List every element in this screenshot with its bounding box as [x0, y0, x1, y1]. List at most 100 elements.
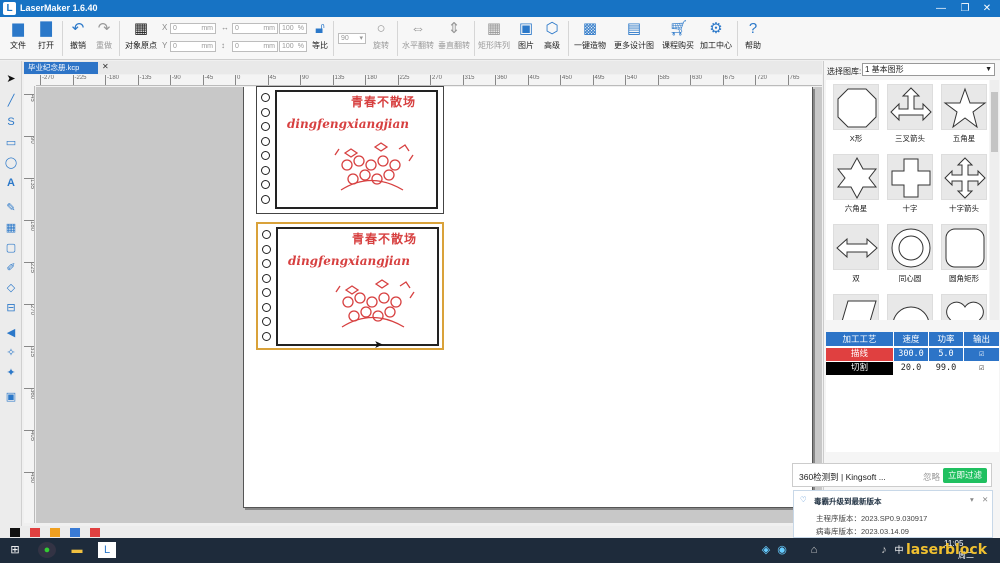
width-label: ↔ [221, 23, 229, 32]
shape-item-cross-arrow[interactable]: 十字箭头 [938, 154, 989, 222]
shape-item-double-arrow[interactable]: 双 [830, 224, 882, 292]
sparkle-tool-icon[interactable]: ✧ [3, 345, 19, 361]
frame-tool-icon[interactable]: ▢ [3, 240, 19, 256]
curve-tool-icon[interactable]: S [3, 114, 19, 130]
width-input[interactable]: 0 mm [232, 23, 278, 34]
process-row-trace[interactable]: 描线 [826, 348, 893, 361]
undo-button[interactable]: ↶ 撤销 [65, 20, 91, 58]
star-five-shape-icon [943, 87, 987, 129]
one-click-make-button[interactable]: ▩ 一键造物 [571, 20, 609, 58]
process-row-cut[interactable]: 切割 [826, 362, 893, 375]
tray-icon[interactable]: ◉ [773, 542, 791, 558]
y-input[interactable]: 0 mm [170, 41, 216, 52]
text-tool-icon[interactable]: A [3, 175, 19, 191]
collapse-icon[interactable]: ▾ [970, 495, 974, 504]
advanced-button[interactable]: ⬡ 高级 [539, 20, 565, 58]
shape-item-heart[interactable] [938, 294, 989, 320]
one-click-label: 一键造物 [574, 41, 606, 50]
rotate-input[interactable]: 90 ▾ [338, 33, 366, 44]
ignore-link[interactable]: 忽略 [923, 471, 940, 483]
rotate-button[interactable]: ○ 旋转 [369, 20, 393, 58]
height-input[interactable]: 0 mm [232, 41, 278, 52]
processing-center-button[interactable]: ⚙ 加工中心 [697, 20, 735, 58]
shape-label: 双 [852, 274, 860, 283]
device-tool-icon[interactable]: ▣ [3, 389, 19, 405]
grid-tool-icon[interactable]: ▦ [3, 220, 19, 236]
file-explorer-icon[interactable]: ▬ [68, 542, 86, 558]
speech-tool-icon[interactable]: ◀ [3, 325, 19, 341]
minimize-button[interactable]: — [930, 1, 952, 16]
trace-output-checkbox[interactable]: ☑ [964, 348, 999, 361]
rect-array-button[interactable]: ▦ 矩形阵列 [477, 20, 511, 58]
select-tool-icon[interactable]: ➤ [3, 71, 19, 87]
equal-ratio-button[interactable]: 🔓︎ 等比 [309, 20, 331, 58]
open-button[interactable]: ▇ 打开 [32, 20, 60, 58]
object-origin-button[interactable]: ▦ 对象原点 [122, 20, 160, 58]
main-version-line: 主程序版本：2023.SP0.9.030917 [816, 514, 928, 523]
color-swatch-red2[interactable] [90, 528, 100, 537]
color-swatch-red[interactable] [30, 528, 40, 537]
browser-360-icon[interactable]: ● [38, 542, 56, 558]
ruler-tick-label: 720 [755, 75, 767, 85]
shape-item-rounded-rect[interactable]: 圆角矩形 [938, 224, 989, 292]
rect-tool-icon[interactable]: ▭ [3, 135, 19, 151]
shape-item-ring[interactable] [884, 294, 936, 320]
double-arrow-shape-icon [836, 237, 878, 259]
color-swatch-black[interactable] [10, 528, 20, 537]
memorial-card-selected[interactable]: 青春不散场 dingfengxiangjian [256, 222, 444, 350]
document-tab[interactable]: 毕业纪念册.kcp [24, 62, 98, 74]
shape-item-star6[interactable]: 六角星 [830, 154, 882, 222]
filter-now-button[interactable]: 立即过滤 [943, 468, 987, 483]
shape-item-trident-arrow[interactable]: 三叉箭头 [884, 84, 936, 152]
color-swatch-blue[interactable] [70, 528, 80, 537]
measure-tool-icon[interactable]: ⊟ [3, 300, 19, 316]
trace-power-cell[interactable]: 5.0 [929, 348, 963, 361]
shape-item-concentric[interactable]: 同心圆 [884, 224, 936, 292]
antivirus-popup: 360检测到 | Kingsoft ... 忽略 立即过滤 [792, 463, 992, 487]
redo-button[interactable]: ↷ 重做 [91, 20, 117, 58]
gallery-scrollbar[interactable] [990, 80, 999, 320]
ruler-tick-label: 45 [267, 75, 276, 85]
more-designs-button[interactable]: ▤ 更多设计图 [611, 20, 657, 58]
line-tool-icon[interactable]: ╱ [3, 93, 19, 109]
process-col-header: 加工工艺 [826, 332, 893, 346]
x-input[interactable]: 0 mm [170, 23, 216, 34]
file-button[interactable]: ▆ 文件 [4, 20, 32, 58]
memorial-card[interactable]: 青春不散场 dingfengxiangjian [256, 86, 444, 214]
tray-icon[interactable]: ⌂ [805, 542, 823, 558]
close-button[interactable]: ✕ [976, 1, 998, 16]
vertical-flip-button[interactable]: ⇕ 垂直翻转 [436, 20, 472, 58]
pen-tool-icon[interactable]: ✎ [3, 200, 19, 216]
color-swatch-orange[interactable] [50, 528, 60, 537]
ruler-tick-label: 90 [24, 136, 34, 144]
eraser-tool-icon[interactable]: ◇ [3, 280, 19, 296]
edit-tool-icon[interactable]: ✐ [3, 260, 19, 276]
open-label: 打开 [38, 41, 54, 50]
trace-speed-cell[interactable]: 300.0 [894, 348, 928, 361]
cut-speed-cell[interactable]: 20.0 [894, 362, 928, 375]
windows-start-icon[interactable]: ⊞ [6, 542, 24, 558]
cut-power-cell[interactable]: 99.0 [929, 362, 963, 375]
height-percent-input[interactable]: 100% [279, 41, 307, 52]
image-button[interactable]: ▣ 图片 [513, 20, 539, 58]
shape-item-x[interactable]: X形 [830, 84, 882, 152]
shape-item-parallelogram[interactable] [830, 294, 882, 320]
library-select[interactable]: 1 基本图形 ▼ [862, 63, 995, 76]
tab-close-icon[interactable]: ✕ [102, 62, 109, 71]
width-percent-input[interactable]: 100% [279, 23, 307, 34]
scrollbar-thumb[interactable] [991, 92, 998, 152]
horizontal-flip-button[interactable]: ⇔ 水平翻转 [400, 20, 436, 58]
ellipse-tool-icon[interactable]: ◯ [3, 155, 19, 171]
course-purchase-button[interactable]: 🛒︎ 课程购买 [659, 20, 697, 58]
punch-hole [262, 259, 271, 268]
shape-item-cross[interactable]: 十字 [884, 154, 936, 222]
popup-close-icon[interactable]: ✕ [982, 495, 988, 504]
cut-output-checkbox[interactable]: ☑ [964, 362, 999, 375]
shape-item-star5[interactable]: 五角星 [938, 84, 989, 152]
cross-arrow-shape-icon [944, 157, 986, 199]
magic-tool-icon[interactable]: ✦ [3, 365, 19, 381]
help-button[interactable]: ? 帮助 [740, 20, 766, 58]
rounded-rect-shape-icon [945, 228, 985, 268]
lasermaker-taskbar-icon[interactable]: L [98, 542, 116, 558]
maximize-button[interactable]: ❐ [954, 1, 976, 16]
